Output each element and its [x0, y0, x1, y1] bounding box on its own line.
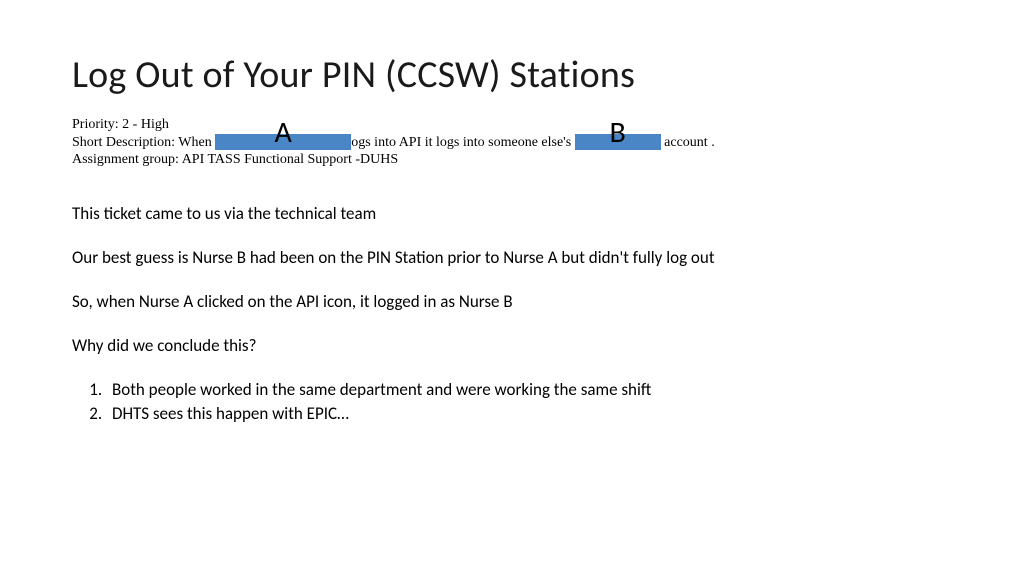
- body-list: Both people worked in the same departmen…: [72, 379, 952, 425]
- ticket-priority-line: Priority: 2 - High: [72, 116, 952, 134]
- assignment-label: Assignment group:: [72, 152, 179, 167]
- list-item: DHTS sees this happen with EPIC…: [106, 403, 952, 425]
- body-p4: Why did we conclude this?: [72, 335, 952, 357]
- body-p1: This ticket came to us via the technical…: [72, 203, 952, 225]
- shortdesc-post: account .: [664, 135, 715, 150]
- assignment-value: API TASS Functional Support -DUHS: [182, 152, 398, 167]
- shortdesc-pre: When: [178, 135, 211, 150]
- redaction-b-label: B: [609, 114, 625, 152]
- ticket-excerpt: Priority: 2 - High Short Description: Wh…: [72, 116, 952, 169]
- body-p2: Our best guess is Nurse B had been on th…: [72, 247, 952, 269]
- redaction-a-label: A: [275, 114, 292, 152]
- body-p3: So, when Nurse A clicked on the API icon…: [72, 291, 952, 313]
- shortdesc-mid: ogs into API it logs into someone else's: [351, 135, 571, 150]
- body-content: This ticket came to us via the technical…: [72, 203, 952, 426]
- priority-label: Priority:: [72, 117, 119, 132]
- list-item: Both people worked in the same departmen…: [106, 379, 952, 401]
- ticket-shortdesc-line: Short Description: When A ogs into API i…: [72, 134, 952, 152]
- ticket-assignment-line: Assignment group: API TASS Functional Su…: [72, 151, 952, 169]
- redaction-a: A: [215, 134, 351, 150]
- redaction-b: B: [575, 134, 661, 150]
- shortdesc-label: Short Description:: [72, 135, 175, 150]
- priority-value: 2 - High: [122, 117, 169, 132]
- page-title: Log Out of Your PIN (CCSW) Stations: [72, 52, 952, 98]
- slide-content: Log Out of Your PIN (CCSW) Stations Prio…: [0, 0, 1024, 467]
